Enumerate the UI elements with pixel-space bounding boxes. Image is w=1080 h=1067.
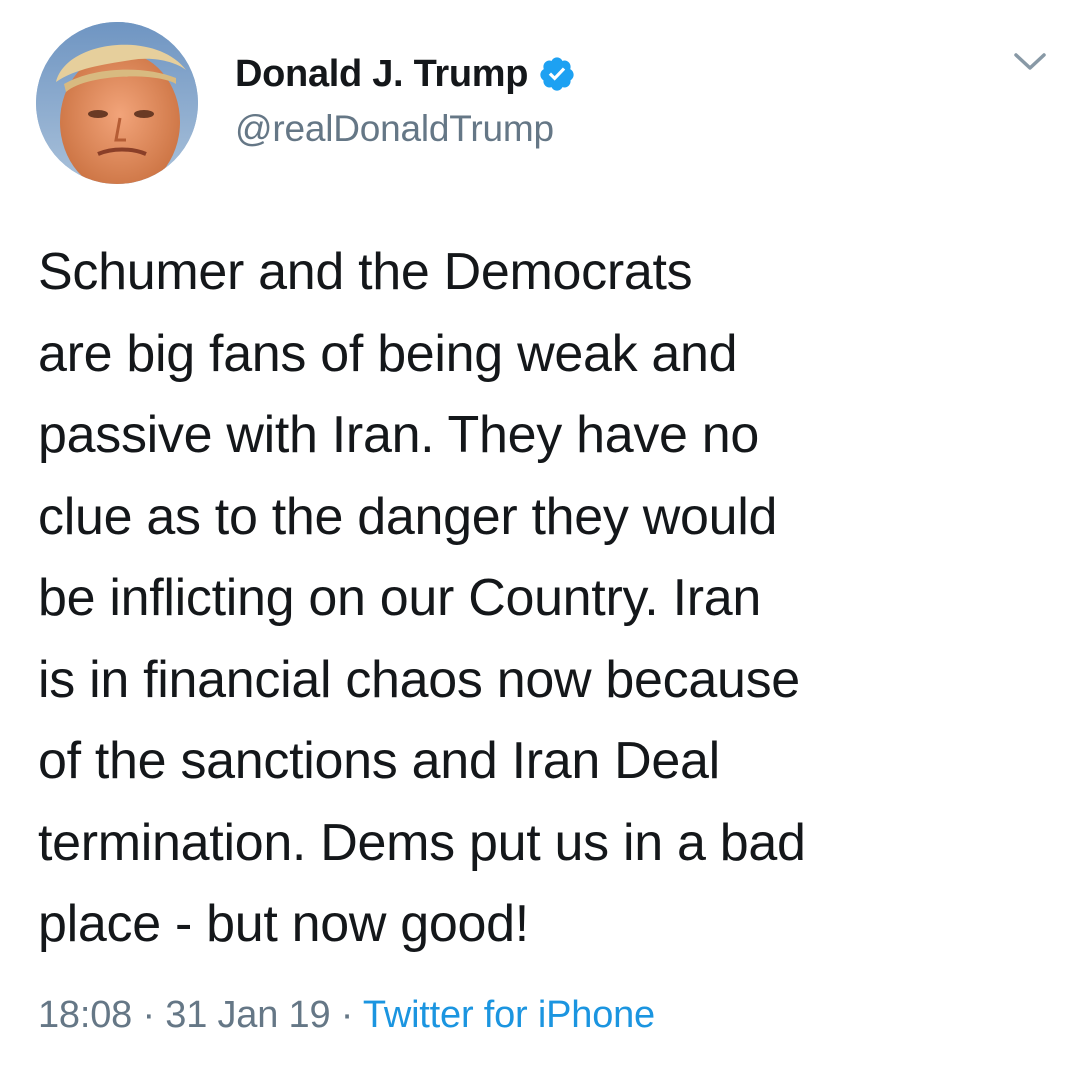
user-handle[interactable]: @realDonaldTrump — [235, 108, 576, 150]
tweet-date[interactable]: 31 Jan 19 — [165, 994, 330, 1036]
tweet-time[interactable]: 18:08 — [38, 994, 132, 1036]
tweet-text-line: be inflicting on our Country. Iran — [38, 569, 762, 627]
display-name-row: Donald J. Trump — [235, 50, 576, 98]
tweet-text-line: place - but now good! — [38, 895, 529, 953]
chevron-down-icon[interactable] — [1012, 50, 1048, 74]
meta-separator: · — [340, 994, 354, 1036]
tweet-card: Donald J. Trump @realDonaldTrump Schumer… — [0, 0, 1080, 1067]
author-block: Donald J. Trump @realDonaldTrump — [235, 50, 576, 150]
avatar[interactable] — [36, 22, 198, 184]
tweet-text: Schumer and the Democrats are big fans o… — [38, 232, 1048, 966]
display-name[interactable]: Donald J. Trump — [235, 53, 529, 96]
tweet-text-line: Schumer and the Democrats — [38, 243, 693, 301]
tweet-text-line: passive with Iran. They have no — [38, 406, 760, 464]
tweet-source-link[interactable]: Twitter for iPhone — [363, 994, 655, 1036]
tweet-text-line: termination. Dems put us in a bad — [38, 813, 806, 872]
tweet-text-line: of the sanctions and Iran Deal — [38, 732, 720, 790]
tweet-text-line: is in financial chaos now because — [38, 650, 800, 709]
tweet-metadata: 18:08 · 31 Jan 19 · Twitter for iPhone — [38, 994, 655, 1037]
tweet-text-line: are big fans of being weak and — [38, 324, 738, 383]
tweet-text-line: clue as to the danger they would — [38, 487, 778, 546]
verified-badge-icon — [538, 55, 576, 93]
meta-separator: · — [142, 994, 155, 1036]
avatar-image — [36, 22, 198, 184]
